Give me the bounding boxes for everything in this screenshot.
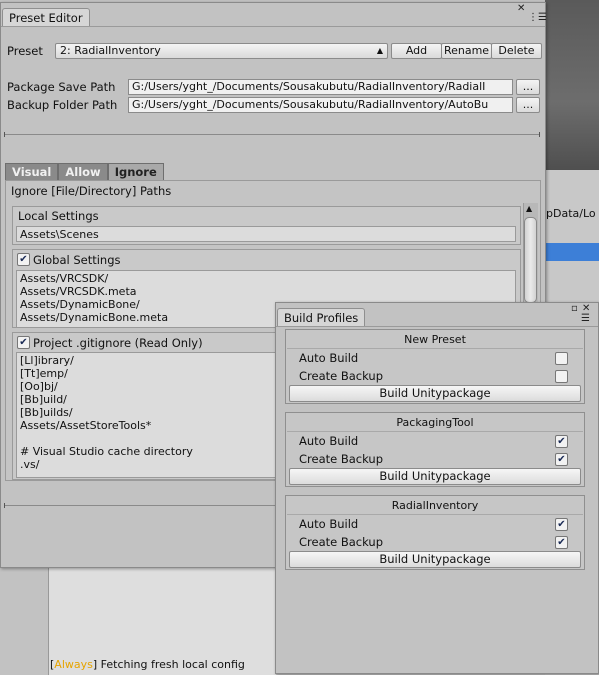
project-selection-highlight[interactable] <box>545 243 599 261</box>
menu-icon[interactable]: ☰ <box>581 314 590 324</box>
package-save-path-label: Package Save Path <box>7 80 116 94</box>
local-settings-label: Local Settings <box>18 209 99 223</box>
tab-allow[interactable]: Allow <box>58 163 108 180</box>
auto-build-checkbox[interactable] <box>555 352 568 365</box>
auto-build-checkbox[interactable]: ✔ <box>555 518 568 531</box>
profile-title-divider <box>287 514 583 515</box>
project-path-fragment: pData/Lo <box>546 207 596 220</box>
profile-card-radialinventory: RadialInventory Auto Build ✔ Create Back… <box>285 495 585 570</box>
profile-name: PackagingTool <box>396 416 474 429</box>
tab-ignore[interactable]: Ignore <box>107 163 164 180</box>
title-bar-divider <box>1 26 545 27</box>
create-backup-label: Create Backup <box>299 369 384 383</box>
scene-view-background <box>545 0 599 170</box>
console-log-entry[interactable]: [Always] Fetching fresh local config <box>50 658 245 671</box>
scroll-up-arrow-icon[interactable]: ▲ <box>526 204 532 213</box>
auto-build-label: Auto Build <box>299 434 359 448</box>
profile-card-packagingtool: PackagingTool Auto Build ✔ Create Backup… <box>285 412 585 487</box>
auto-build-label: Auto Build <box>299 351 359 365</box>
package-save-path-browse-button[interactable]: ... <box>516 79 540 95</box>
create-backup-label: Create Backup <box>299 452 384 466</box>
backup-folder-path-label: Backup Folder Path <box>7 98 118 112</box>
ignore-header: Ignore [File/Directory] Paths <box>11 184 172 198</box>
build-unitypackage-button[interactable]: Build Unitypackage <box>289 385 581 402</box>
build-unitypackage-button[interactable]: Build Unitypackage <box>289 468 581 485</box>
gitignore-label: Project .gitignore (Read Only) <box>33 336 203 350</box>
maximize-icon[interactable]: ▫ <box>571 304 578 314</box>
delete-preset-button[interactable]: Delete <box>491 43 542 59</box>
preset-editor-title-tab[interactable]: Preset Editor <box>2 8 90 27</box>
preset-dropdown-value: 2: RadialInventory <box>60 44 161 57</box>
backup-folder-path-browse-button[interactable]: ... <box>516 97 540 113</box>
log-tag: Always <box>54 658 93 671</box>
package-save-path-field[interactable]: G:/Users/yght_/Documents/Sousakubutu/Rad… <box>128 79 513 95</box>
rename-preset-button[interactable]: Rename <box>441 43 492 59</box>
create-backup-checkbox[interactable]: ✔ <box>555 453 568 466</box>
gitignore-checkbox[interactable]: ✔ <box>17 336 30 349</box>
profile-title-divider <box>287 431 583 432</box>
tab-visual[interactable]: Visual <box>5 163 59 180</box>
backup-folder-path-field[interactable]: G:/Users/yght_/Documents/Sousakubutu/Rad… <box>128 97 513 113</box>
create-backup-checkbox[interactable] <box>555 370 568 383</box>
add-preset-button[interactable]: Add <box>391 43 442 59</box>
profile-card-new-preset: New Preset Auto Build Create Backup Buil… <box>285 329 585 404</box>
global-settings-checkbox[interactable]: ✔ <box>17 253 30 266</box>
auto-build-label: Auto Build <box>299 517 359 531</box>
profile-title-divider <box>287 348 583 349</box>
settings-tabbar: Visual Allow Ignore <box>5 163 164 180</box>
ignore-panel-scrollbar-thumb[interactable] <box>524 217 537 303</box>
log-message: Fetching fresh local config <box>100 658 245 671</box>
profile-name: New Preset <box>404 333 466 346</box>
build-profiles-title-tab[interactable]: Build Profiles <box>277 308 366 327</box>
preset-dropdown[interactable]: 2: RadialInventory ▲ <box>55 43 388 59</box>
close-icon[interactable]: ✕ <box>517 4 525 14</box>
create-backup-label: Create Backup <box>299 535 384 549</box>
preset-label: Preset <box>7 44 43 58</box>
updown-arrow-icon: ▲ <box>376 46 383 55</box>
local-settings-textarea[interactable]: Assets\Scenes <box>16 226 516 242</box>
global-settings-label: Global Settings <box>33 253 121 267</box>
auto-build-checkbox[interactable]: ✔ <box>555 435 568 448</box>
build-unitypackage-button[interactable]: Build Unitypackage <box>289 551 581 568</box>
foldout-separator[interactable] <box>4 132 540 137</box>
menu-icon[interactable]: ⋮☰ <box>528 13 547 23</box>
title-bar-divider <box>276 326 598 327</box>
profile-name: RadialInventory <box>391 499 479 512</box>
create-backup-checkbox[interactable]: ✔ <box>555 536 568 549</box>
